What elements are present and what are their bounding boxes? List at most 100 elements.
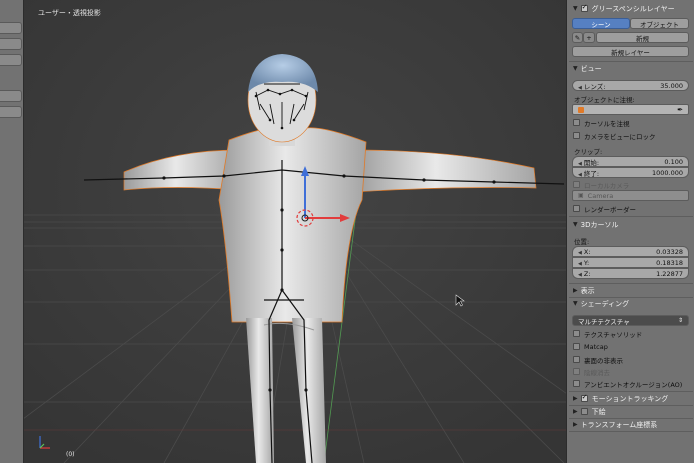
plus-icon[interactable]: + bbox=[583, 32, 595, 43]
backface-culling-checkbox[interactable]: 裏面の非表示 bbox=[573, 354, 623, 365]
checkbox-icon[interactable] bbox=[580, 408, 588, 415]
object-icon bbox=[578, 106, 584, 113]
render-border-label: レンダーボーダー bbox=[584, 205, 636, 214]
cursor-location-label: 位置: bbox=[574, 238, 590, 246]
cursor-y-label: Y: bbox=[583, 258, 590, 267]
properties-panel: ▼ ✓ グリースペンシルレイヤー シーン オブジェクト ✎ + 新規 新規レイヤ… bbox=[566, 0, 694, 463]
hidden-wire-checkbox[interactable]: 陰線消去 bbox=[573, 366, 610, 377]
camera-value: Camera bbox=[587, 191, 614, 200]
view-header[interactable]: ▼ ビュー bbox=[567, 62, 694, 75]
lock-to-object-label: オブジェクトに注視: bbox=[574, 96, 635, 104]
checkbox-icon[interactable] bbox=[573, 343, 580, 350]
checkbox-icon[interactable] bbox=[573, 330, 580, 337]
clip-end-field[interactable]: ◀ 終了: 1000.000 bbox=[572, 167, 689, 178]
tool-shelf-button[interactable] bbox=[0, 106, 22, 118]
tab-scene[interactable]: シーン bbox=[572, 18, 630, 29]
check-icon[interactable]: ✓ bbox=[580, 393, 588, 402]
shading-mode-select[interactable]: マルチテクスチャ ⇕ bbox=[572, 315, 689, 326]
camera-field[interactable]: ▣ Camera bbox=[572, 190, 689, 201]
checkbox-icon[interactable] bbox=[573, 356, 580, 363]
tool-shelf-button[interactable] bbox=[0, 22, 22, 34]
clip-label: クリップ: bbox=[574, 148, 603, 156]
checkbox-icon[interactable] bbox=[573, 119, 580, 126]
cursor-x-field[interactable]: ◀ X: 0.03328 bbox=[572, 246, 689, 257]
ambient-occlusion-checkbox[interactable]: アンビエントオクルージョン(AO) bbox=[573, 378, 682, 389]
new-grease-pencil-button[interactable]: 新規 bbox=[596, 32, 689, 43]
expand-triangle-icon: ▶ bbox=[573, 408, 578, 415]
local-camera-checkbox[interactable]: ローカルカメラ bbox=[573, 179, 629, 190]
expand-triangle-icon: ▶ bbox=[573, 395, 578, 402]
new-layer-button[interactable]: 新規レイヤー bbox=[572, 46, 689, 57]
tool-shelf-button[interactable] bbox=[0, 38, 22, 50]
cursor-y-field[interactable]: ◀ Y: 0.18318 bbox=[572, 257, 689, 268]
ambient-occlusion-label: アンビエントオクルージョン(AO) bbox=[584, 380, 683, 389]
lens-field[interactable]: ◀ レンズ: 35.000 bbox=[572, 80, 689, 91]
lens-label: レンズ: bbox=[583, 82, 606, 91]
motion-tracking-header[interactable]: ▶ ✓ モーショントラッキング bbox=[567, 392, 694, 405]
tab-object[interactable]: オブジェクト bbox=[630, 18, 689, 29]
cursor-y-value: 0.18318 bbox=[656, 258, 683, 267]
dropdown-arrows-icon: ⇕ bbox=[677, 317, 683, 324]
clip-end-value: 1000.000 bbox=[651, 168, 683, 177]
shading-header[interactable]: ▼ シェーディング bbox=[567, 297, 694, 310]
matcap-checkbox[interactable]: Matcap bbox=[573, 341, 608, 352]
clip-start-value: 0.100 bbox=[664, 157, 683, 166]
expand-triangle-icon: ▶ bbox=[573, 421, 578, 428]
shading-mode-value: マルチテクスチャ bbox=[578, 317, 630, 326]
view-mode-label: ユーザー・透視投影 bbox=[38, 9, 101, 17]
pencil-icon[interactable]: ✎ bbox=[572, 32, 583, 43]
background-images-title: 下絵 bbox=[591, 407, 606, 416]
textured-solid-label: テクスチャソリッド bbox=[584, 330, 643, 339]
tool-shelf-button[interactable] bbox=[0, 90, 22, 102]
lock-camera-checkbox[interactable]: カメラをビューにロック bbox=[573, 130, 656, 141]
motion-tracking-title: モーショントラッキング bbox=[591, 394, 669, 403]
lens-value: 35.000 bbox=[660, 81, 683, 90]
shading-title: シェーディング bbox=[580, 299, 630, 308]
camera-icon: ▣ bbox=[578, 192, 584, 199]
display-header[interactable]: ▶ 表示 bbox=[567, 284, 694, 297]
3d-viewport[interactable]: ユーザー・透視投影 (0) bbox=[24, 0, 566, 463]
3d-cursor-title: 3Dカーソル bbox=[580, 220, 619, 229]
backface-culling-label: 裏面の非表示 bbox=[584, 356, 623, 365]
cursor-x-value: 0.03328 bbox=[656, 247, 683, 256]
display-title: 表示 bbox=[580, 286, 595, 295]
lock-cursor-label: カーソルを注視 bbox=[584, 119, 630, 128]
local-camera-label: ローカルカメラ bbox=[584, 181, 630, 190]
matcap-label: Matcap bbox=[584, 342, 608, 351]
cursor-z-value: 1.22877 bbox=[656, 269, 683, 278]
render-border-checkbox[interactable]: レンダーボーダー bbox=[573, 203, 636, 214]
cursor-x-label: X: bbox=[583, 247, 591, 256]
checkbox-icon[interactable] bbox=[573, 132, 580, 139]
clip-start-label: 開始: bbox=[583, 158, 600, 167]
frame-number-label: (0) bbox=[66, 451, 75, 458]
expand-triangle-icon: ▶ bbox=[573, 287, 578, 294]
textured-solid-checkbox[interactable]: テクスチャソリッド bbox=[573, 328, 642, 339]
lock-cursor-checkbox[interactable]: カーソルを注視 bbox=[573, 117, 630, 128]
clip-start-field[interactable]: ◀ 開始: 0.100 bbox=[572, 156, 689, 167]
grease-pencil-header[interactable]: ▼ ✓ グリースペンシルレイヤー bbox=[567, 2, 694, 15]
grease-pencil-title: グリースペンシルレイヤー bbox=[591, 4, 675, 13]
background-images-header[interactable]: ▶ 下絵 bbox=[567, 405, 694, 418]
lock-camera-label: カメラをビューにロック bbox=[584, 132, 656, 141]
checkbox-icon[interactable] bbox=[573, 368, 580, 375]
viewport-scene bbox=[24, 0, 566, 463]
collapse-triangle-icon: ▼ bbox=[573, 300, 578, 307]
checkbox-icon[interactable] bbox=[573, 205, 580, 212]
checkbox-icon[interactable] bbox=[573, 181, 580, 188]
collapse-triangle-icon: ▼ bbox=[573, 221, 578, 228]
lock-object-field[interactable]: ✒ bbox=[572, 104, 689, 115]
hidden-wire-label: 陰線消去 bbox=[584, 368, 610, 377]
check-icon[interactable]: ✓ bbox=[580, 3, 588, 12]
checkbox-icon[interactable] bbox=[573, 380, 580, 387]
tool-shelf bbox=[0, 0, 24, 463]
transform-orientations-header[interactable]: ▶ トランスフォーム座標系 bbox=[567, 418, 694, 431]
transform-orientations-title: トランスフォーム座標系 bbox=[580, 420, 658, 429]
collapse-triangle-icon: ▼ bbox=[573, 65, 578, 72]
cursor-z-field[interactable]: ◀ Z: 1.22877 bbox=[572, 268, 689, 279]
clip-end-label: 終了: bbox=[583, 169, 600, 178]
view-title: ビュー bbox=[580, 64, 602, 73]
collapse-triangle-icon: ▼ bbox=[573, 5, 578, 12]
tool-shelf-button[interactable] bbox=[0, 54, 22, 66]
eyedropper-icon[interactable]: ✒ bbox=[677, 106, 683, 114]
3d-cursor-header[interactable]: ▼ 3Dカーソル bbox=[567, 218, 694, 231]
